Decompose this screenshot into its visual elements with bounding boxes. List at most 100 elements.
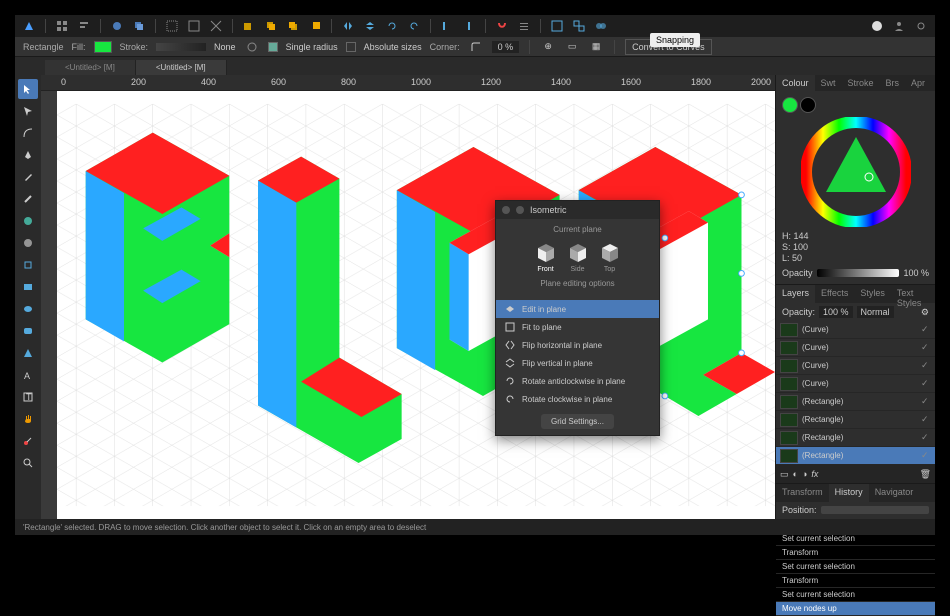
layer-item[interactable]: (Curve)✓ bbox=[776, 357, 935, 375]
layer-new-icon[interactable] bbox=[109, 18, 125, 34]
history-slider[interactable] bbox=[821, 506, 929, 514]
styles-tab[interactable]: Styles bbox=[854, 285, 891, 303]
ellipse-tool[interactable] bbox=[18, 299, 38, 319]
layer-item[interactable]: (Rectangle)✓ bbox=[776, 447, 935, 465]
move-tool[interactable] bbox=[18, 79, 38, 99]
rectangle-tool[interactable] bbox=[18, 277, 38, 297]
account-icon[interactable] bbox=[891, 18, 907, 34]
layer-opacity-value[interactable]: 100 % bbox=[819, 306, 853, 318]
history-item[interactable]: Set current selection bbox=[776, 560, 935, 574]
plane-front-button[interactable]: Front bbox=[534, 240, 558, 273]
brush-tool[interactable] bbox=[18, 189, 38, 209]
stroke-settings-icon[interactable] bbox=[244, 39, 260, 55]
layer-settings-icon[interactable]: ⚙ bbox=[921, 307, 929, 318]
appearance-tab[interactable]: Apr bbox=[905, 75, 931, 91]
ungroup-icon[interactable] bbox=[571, 18, 587, 34]
layer-item[interactable]: (Rectangle)✓ bbox=[776, 429, 935, 447]
fill-swatch[interactable] bbox=[94, 41, 112, 53]
select-same-icon[interactable] bbox=[186, 18, 202, 34]
colour-picker-tool[interactable] bbox=[18, 431, 38, 451]
arrange-backward-icon[interactable] bbox=[263, 18, 279, 34]
rotate-cw-plane-option[interactable]: Rotate clockwise in plane bbox=[496, 390, 659, 408]
colour-tab[interactable]: Colour bbox=[776, 75, 815, 91]
arrange-front-icon[interactable] bbox=[307, 18, 323, 34]
effects-tab[interactable]: Effects bbox=[815, 285, 854, 303]
history-tab[interactable]: History bbox=[829, 484, 869, 502]
grid-settings-button[interactable]: Grid Settings... bbox=[541, 414, 614, 429]
hide-selection-icon[interactable]: ▭ bbox=[564, 39, 580, 55]
close-icon[interactable] bbox=[502, 206, 510, 214]
document-tab[interactable]: <Untitled> [M] bbox=[45, 60, 136, 75]
compound-icon[interactable] bbox=[593, 18, 609, 34]
fill-swatch-circle[interactable] bbox=[782, 97, 798, 113]
brushes-tab[interactable]: Brs bbox=[880, 75, 906, 91]
layer-item[interactable]: (Curve)✓ bbox=[776, 375, 935, 393]
collapse-icon[interactable] bbox=[516, 206, 524, 214]
fx-icon[interactable]: fx bbox=[811, 469, 818, 479]
add-layer-icon[interactable]: ▭ bbox=[780, 469, 789, 480]
layer-item[interactable]: (Rectangle)✓ bbox=[776, 393, 935, 411]
text-styles-tab[interactable]: Text Styles bbox=[891, 285, 935, 303]
history-item[interactable]: Move nodes up bbox=[776, 602, 935, 616]
pen-tool[interactable] bbox=[18, 145, 38, 165]
select-invert-icon[interactable] bbox=[208, 18, 224, 34]
flip-v-plane-option[interactable]: Flip vertical in plane bbox=[496, 354, 659, 372]
transparency-tool[interactable] bbox=[18, 233, 38, 253]
rounded-rect-tool[interactable] bbox=[18, 321, 38, 341]
grid-icon[interactable] bbox=[54, 18, 70, 34]
history-item[interactable]: Set current selection bbox=[776, 588, 935, 602]
align-center-icon[interactable] bbox=[461, 18, 477, 34]
fill-tool[interactable] bbox=[18, 211, 38, 231]
fit-to-plane-option[interactable]: Fit to plane bbox=[496, 318, 659, 336]
plane-top-button[interactable]: Top bbox=[598, 240, 622, 273]
history-item[interactable]: Transform bbox=[776, 574, 935, 588]
flip-h-icon[interactable] bbox=[340, 18, 356, 34]
pan-tool[interactable] bbox=[18, 409, 38, 429]
add-mask-icon[interactable]: ◐ bbox=[793, 469, 798, 479]
arrange-back-icon[interactable] bbox=[241, 18, 257, 34]
isometric-panel-header[interactable]: Isometric bbox=[496, 201, 659, 219]
delete-layer-icon[interactable]: 🗑 bbox=[920, 469, 931, 480]
pencil-tool[interactable] bbox=[18, 167, 38, 187]
layer-item[interactable]: (Curve)✓ bbox=[776, 321, 935, 339]
document-tab[interactable]: <Untitled> [M] bbox=[136, 60, 227, 75]
flip-v-icon[interactable] bbox=[362, 18, 378, 34]
stroke-width-slider[interactable] bbox=[156, 43, 206, 51]
edit-in-plane-option[interactable]: Edit in plane bbox=[496, 300, 659, 318]
align-left-icon[interactable] bbox=[439, 18, 455, 34]
rotate-cw-icon[interactable] bbox=[406, 18, 422, 34]
flip-h-plane-option[interactable]: Flip horizontal in plane bbox=[496, 336, 659, 354]
canvas[interactable] bbox=[57, 91, 775, 519]
rotate-ccw-icon[interactable] bbox=[384, 18, 400, 34]
zoom-tool[interactable] bbox=[18, 453, 38, 473]
history-item[interactable]: Transform bbox=[776, 546, 935, 560]
artistic-text-tool[interactable]: A bbox=[18, 365, 38, 385]
blend-mode[interactable]: Normal bbox=[857, 306, 894, 318]
add-adjustment-icon[interactable]: ◑ bbox=[802, 469, 807, 479]
cycle-select-icon[interactable]: ▦ bbox=[588, 39, 604, 55]
swatches-tab[interactable]: Swt bbox=[815, 75, 842, 91]
transform-tab[interactable]: Transform bbox=[776, 484, 829, 502]
select-all-icon[interactable] bbox=[164, 18, 180, 34]
align-icon[interactable] bbox=[76, 18, 92, 34]
node-tool[interactable] bbox=[18, 101, 38, 121]
snap-menu-icon[interactable] bbox=[516, 18, 532, 34]
navigator-tab[interactable]: Navigator bbox=[869, 484, 920, 502]
rotate-ccw-plane-option[interactable]: Rotate anticlockwise in plane bbox=[496, 372, 659, 390]
arrange-forward-icon[interactable] bbox=[285, 18, 301, 34]
stroke-tab[interactable]: Stroke bbox=[842, 75, 880, 91]
layer-dup-icon[interactable] bbox=[131, 18, 147, 34]
plane-side-button[interactable]: Side bbox=[566, 240, 590, 273]
crop-tool[interactable] bbox=[18, 255, 38, 275]
single-radius-check[interactable] bbox=[268, 42, 278, 52]
triangle-tool[interactable] bbox=[18, 343, 38, 363]
layer-item[interactable]: (Curve)✓ bbox=[776, 339, 935, 357]
opacity-slider[interactable] bbox=[817, 269, 900, 277]
layer-item[interactable]: (Rectangle)✓ bbox=[776, 411, 935, 429]
isometric-panel[interactable]: Isometric Current plane Front Side Top P… bbox=[495, 200, 660, 436]
group-icon[interactable] bbox=[549, 18, 565, 34]
absolute-sizes-check[interactable] bbox=[346, 42, 356, 52]
frame-text-tool[interactable]: T bbox=[18, 387, 38, 407]
snap-icon[interactable] bbox=[494, 18, 510, 34]
colour-wheel[interactable] bbox=[801, 117, 911, 227]
